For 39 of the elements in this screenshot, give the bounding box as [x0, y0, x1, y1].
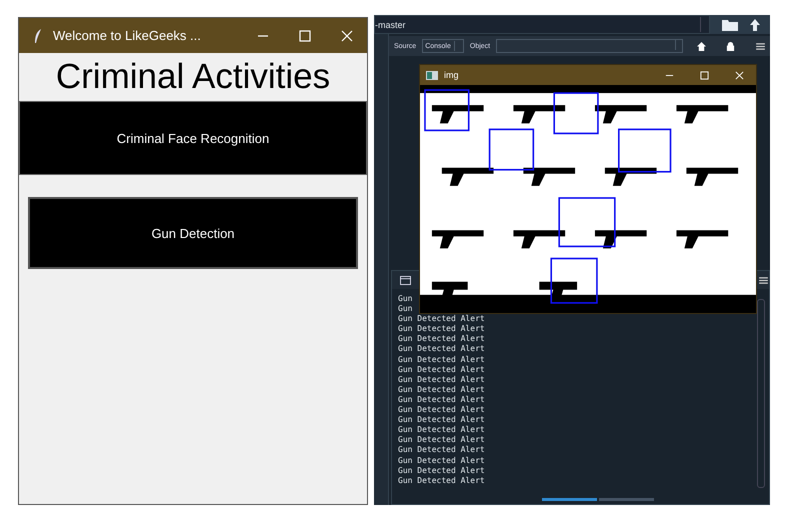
scrollbar[interactable] [757, 299, 765, 488]
home-icon[interactable] [697, 42, 706, 50]
console-line: Gun Detected Alert [398, 425, 486, 436]
console-tab-icon[interactable] [400, 276, 411, 284]
console-line: Gun Detected Alert [398, 456, 486, 466]
close-icon[interactable] [735, 70, 744, 80]
folder-icon[interactable] [722, 18, 738, 30]
window-title: Welcome to LikeGeeks ... [53, 28, 202, 43]
heading: Criminal Activities [54, 56, 332, 98]
console-line: Gun Detected Alert [398, 364, 486, 375]
console-line: Gun Detected Alert [398, 334, 486, 344]
app-button[interactable]: Gun Detection [28, 197, 358, 269]
lock-icon[interactable] [726, 42, 736, 50]
menu-icon[interactable] [759, 276, 768, 284]
console-line: Gun Detected Alert [398, 394, 486, 406]
console-line: Gun Detected Alert [398, 435, 486, 446]
console-line: Gun Detected Alert [398, 384, 486, 395]
feather-icon [33, 28, 43, 44]
console-line: Gun Detected Alert [398, 344, 486, 355]
console-line: Gun Detected Alert [398, 445, 486, 456]
image-icon [426, 70, 438, 80]
maximize-icon[interactable] [299, 30, 311, 42]
console-line: Gun Detected Alert [398, 374, 486, 385]
menu-icon[interactable] [756, 42, 765, 50]
maximize-icon[interactable] [700, 70, 709, 80]
console-line: Gun Detected Alert [398, 415, 486, 426]
console-line: Gun [398, 304, 414, 314]
close-icon[interactable] [341, 30, 353, 42]
window-title: img [444, 70, 459, 80]
console-line: Gun Detected Alert [398, 476, 486, 486]
app-button[interactable]: Criminal Face Recognition [19, 101, 367, 175]
path-field[interactable]: -master [374, 15, 710, 34]
up-arrow-icon[interactable] [750, 18, 760, 30]
console-line: Gun Detected Alert [398, 324, 486, 334]
console-line: Gun Detected Alert [398, 466, 486, 476]
console-line: Gun [398, 294, 414, 304]
console-line: Gun Detected Alert [398, 354, 486, 365]
console-line: Gun Detected Alert [398, 314, 486, 324]
console-line: Gun Detected Alert [398, 405, 486, 416]
